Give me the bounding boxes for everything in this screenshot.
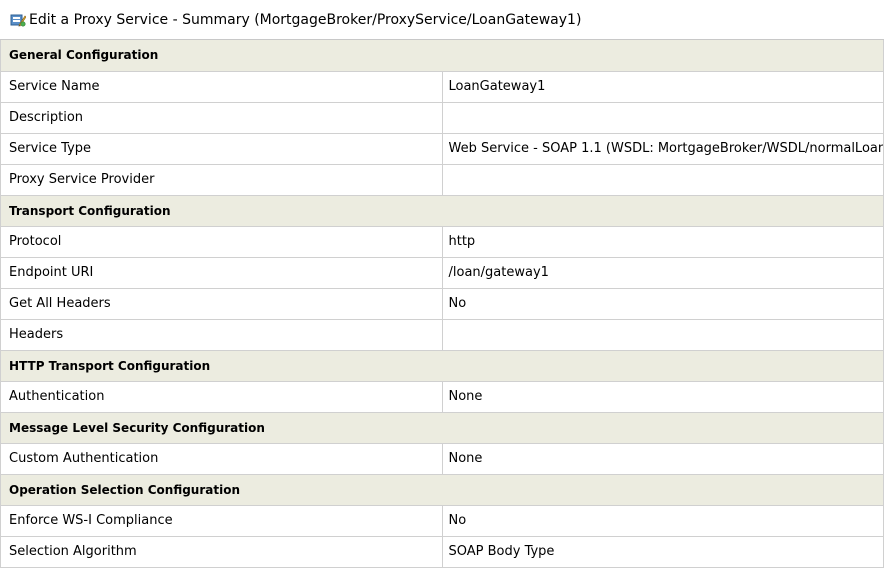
row-value: Web Service - SOAP 1.1 (WSDL: MortgageBr… <box>441 133 884 165</box>
table-row: Endpoint URI /loan/gateway1 <box>0 257 884 289</box>
row-label: Enforce WS-I Compliance <box>0 505 443 537</box>
row-value: /loan/gateway1 <box>441 257 884 289</box>
section-heading-http-transport-configuration: HTTP Transport Configuration <box>0 350 884 382</box>
row-label: Get All Headers <box>0 288 443 320</box>
table-row: Description <box>0 102 884 134</box>
row-label: Selection Algorithm <box>0 536 443 568</box>
table-row: Authentication None <box>0 381 884 413</box>
table-row: Custom Authentication None <box>0 443 884 475</box>
section-header-row: General Configuration <box>0 40 884 72</box>
row-label: Description <box>0 102 443 134</box>
row-value: No <box>441 505 884 537</box>
table-row: Proxy Service Provider <box>0 164 884 196</box>
table-row: Selection Algorithm SOAP Body Type <box>0 536 884 568</box>
table-row: Headers <box>0 319 884 351</box>
table-row: Protocol http <box>0 226 884 258</box>
section-header-row: Transport Configuration <box>0 195 884 227</box>
row-value: None <box>441 381 884 413</box>
row-value: http <box>441 226 884 258</box>
row-label: Custom Authentication <box>0 443 443 475</box>
section-heading-general-configuration: General Configuration <box>0 40 884 72</box>
row-label: Protocol <box>0 226 443 258</box>
page-title-bar: Edit a Proxy Service - Summary (Mortgage… <box>0 0 884 40</box>
section-heading-message-level-security-configuration: Message Level Security Configuration <box>0 412 884 444</box>
row-label: Headers <box>0 319 443 351</box>
row-value <box>441 164 884 196</box>
summary-table: General Configuration Service Name LoanG… <box>0 40 884 568</box>
row-value: LoanGateway1 <box>441 71 884 103</box>
row-value: None <box>441 443 884 475</box>
proxy-service-edit-icon <box>10 12 27 28</box>
section-heading-operation-selection-configuration: Operation Selection Configuration <box>0 474 884 506</box>
row-label: Proxy Service Provider <box>0 164 443 196</box>
row-label: Service Name <box>0 71 443 103</box>
section-heading-transport-configuration: Transport Configuration <box>0 195 884 227</box>
section-header-row: Operation Selection Configuration <box>0 474 884 506</box>
row-label: Authentication <box>0 381 443 413</box>
page-title: Edit a Proxy Service - Summary (Mortgage… <box>29 11 582 28</box>
table-row: Service Type Web Service - SOAP 1.1 (WSD… <box>0 133 884 165</box>
table-row: Get All Headers No <box>0 288 884 320</box>
table-row: Service Name LoanGateway1 <box>0 71 884 103</box>
row-value: SOAP Body Type <box>441 536 884 568</box>
row-value <box>441 319 884 351</box>
row-value: No <box>441 288 884 320</box>
section-header-row: Message Level Security Configuration <box>0 412 884 444</box>
row-label: Endpoint URI <box>0 257 443 289</box>
section-header-row: HTTP Transport Configuration <box>0 350 884 382</box>
row-value <box>441 102 884 134</box>
row-label: Service Type <box>0 133 443 165</box>
table-row: Enforce WS-I Compliance No <box>0 505 884 537</box>
